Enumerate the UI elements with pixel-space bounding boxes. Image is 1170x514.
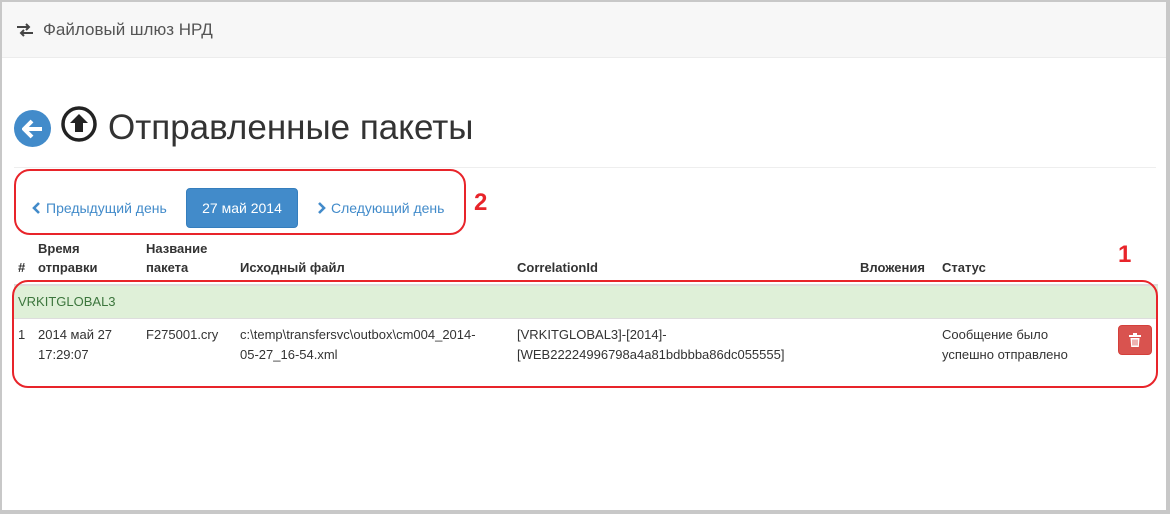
navbar: Файловый шлюз НРД	[2, 2, 1166, 58]
page-header: Отправленные пакеты	[14, 104, 1156, 168]
col-name-header: Название пакета	[142, 236, 236, 286]
annotation-number-2: 2	[474, 189, 488, 216]
col-time-header: Время отправки	[34, 236, 142, 286]
col-status-header: Статус	[938, 236, 1112, 286]
col-attachments-header: Вложения	[856, 236, 938, 286]
annotation-number-1: 1	[1118, 241, 1132, 268]
back-button[interactable]	[14, 110, 51, 147]
page-title: Отправленные пакеты	[108, 108, 474, 147]
exchange-arrows-icon	[17, 23, 33, 37]
col-num-header: #	[14, 236, 34, 286]
col-correlation-header: CorrelationId	[513, 236, 856, 286]
annotation-box-pager	[14, 169, 466, 235]
brand[interactable]: Файловый шлюз НРД	[16, 20, 213, 40]
arrow-left-icon	[21, 119, 42, 138]
brand-label: Файловый шлюз НРД	[43, 20, 213, 39]
table-header-row: # Время отправки Название пакета Исходный …	[14, 236, 1158, 286]
upload-circle-icon	[61, 106, 97, 142]
annotation-box-table	[12, 280, 1158, 388]
col-source-header: Исходный файл	[236, 236, 513, 286]
